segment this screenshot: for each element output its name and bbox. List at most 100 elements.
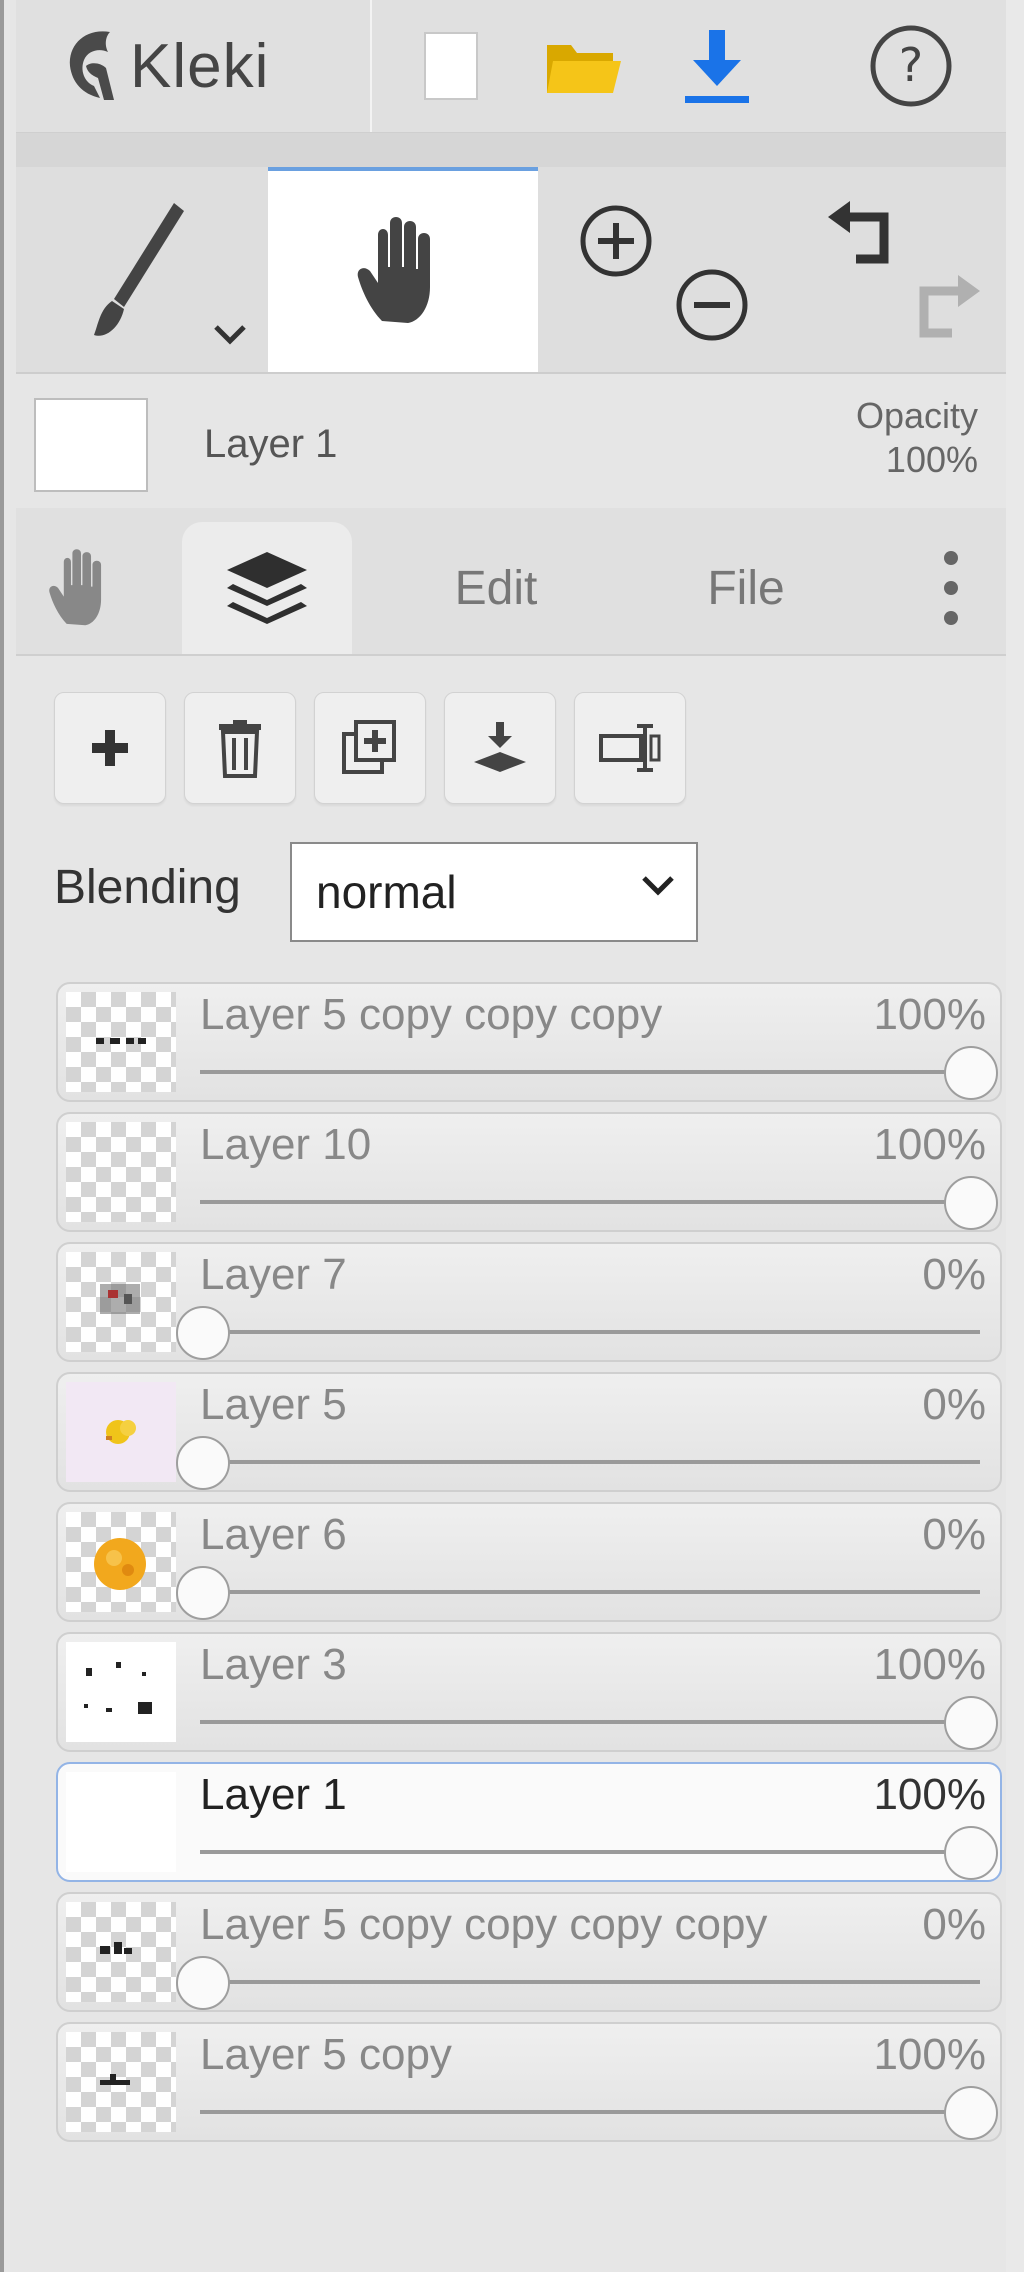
layer-item[interactable]: Layer 5 0% [56, 1372, 1002, 1492]
delete-layer-button[interactable] [184, 692, 296, 804]
layer-opacity-knob[interactable] [176, 1956, 230, 2010]
layer-thumbnail [66, 1122, 176, 1222]
layer-opacity-value: 100% [873, 1770, 986, 1819]
topbar-separator [370, 0, 372, 132]
merge-down-button[interactable] [444, 692, 556, 804]
layer-opacity-track[interactable] [200, 1850, 980, 1854]
brush-icon [94, 203, 184, 336]
current-layer-opacity[interactable]: Opacity 100% [856, 394, 978, 482]
layer-item[interactable]: Layer 5 copy 100% [56, 2022, 1002, 2142]
chevron-down-icon[interactable] [212, 323, 248, 347]
layer-opacity-value: 0% [922, 1900, 986, 1949]
layer-opacity-track[interactable] [200, 1200, 980, 1204]
new-file-icon [424, 32, 478, 100]
tool-row [16, 167, 1006, 374]
brush-tool-button[interactable] [16, 167, 266, 372]
layer-opacity-value: 0% [922, 1380, 986, 1429]
layer-name: Layer 10 [200, 1120, 372, 1169]
layer-item[interactable]: Layer 10 100% [56, 1112, 1002, 1232]
layer-opacity-knob[interactable] [944, 1046, 998, 1100]
blending-select[interactable]: normal [290, 842, 698, 942]
layer-item-selected[interactable]: Layer 1 100% [56, 1762, 1002, 1882]
redo-icon[interactable] [908, 271, 988, 351]
zoom-controls [556, 167, 756, 372]
layer-opacity-track[interactable] [200, 1070, 980, 1074]
tab-file[interactable]: File [656, 522, 836, 654]
rename-layer-icon [599, 724, 661, 772]
layer-opacity-knob[interactable] [944, 1176, 998, 1230]
layer-opacity-knob[interactable] [944, 2086, 998, 2140]
layer-opacity-value: 100% [873, 1120, 986, 1169]
layer-opacity-value: 0% [922, 1510, 986, 1559]
layer-name: Layer 6 [200, 1510, 347, 1559]
blending-value: normal [316, 866, 457, 918]
layer-opacity-knob[interactable] [944, 1696, 998, 1750]
tab-edit-label: Edit [454, 561, 538, 615]
tab-hand[interactable] [26, 522, 136, 654]
layers-icon [227, 552, 307, 624]
layer-item[interactable]: Layer 7 0% [56, 1242, 1002, 1362]
layer-item[interactable]: Layer 3 100% [56, 1632, 1002, 1752]
layer-thumbnail [66, 2032, 176, 2132]
open-file-button[interactable] [528, 14, 638, 118]
layer-thumbnail [66, 1382, 176, 1482]
add-layer-icon [92, 730, 128, 766]
tab-edit[interactable]: Edit [406, 522, 586, 654]
layer-opacity-knob[interactable] [944, 1826, 998, 1880]
layer-thumbnail [66, 1772, 176, 1872]
help-button[interactable]: ? [856, 14, 966, 118]
delete-layer-icon [219, 720, 261, 778]
save-button[interactable] [662, 14, 772, 118]
layer-thumbnail [66, 992, 176, 1092]
merge-down-icon [474, 722, 526, 772]
add-layer-button[interactable] [54, 692, 166, 804]
more-vertical-icon [944, 551, 958, 625]
layer-opacity-track[interactable] [200, 2110, 980, 2114]
layer-opacity-knob[interactable] [176, 1306, 230, 1360]
layer-item[interactable]: Layer 5 copy copy copy copy 0% [56, 1892, 1002, 2012]
history-controls [786, 167, 1006, 372]
layer-opacity-value: 0% [922, 1250, 986, 1299]
layer-opacity-track[interactable] [200, 1460, 980, 1464]
folder-open-icon [547, 45, 621, 93]
layer-name: Layer 7 [200, 1250, 347, 1299]
opacity-label: Opacity [855, 395, 978, 436]
layer-opacity-track[interactable] [200, 1590, 980, 1594]
layer-opacity-track[interactable] [200, 1720, 980, 1724]
layer-name: Layer 5 copy copy copy copy [200, 1900, 768, 1949]
window-right-edge [1004, 0, 1024, 2272]
undo-icon[interactable] [820, 197, 900, 277]
layer-name: Layer 5 copy [200, 2030, 452, 2079]
window-left-border [0, 0, 4, 2272]
layer-name: Layer 3 [200, 1640, 347, 1689]
zoom-out-icon[interactable] [674, 267, 750, 343]
tab-layers[interactable] [182, 522, 352, 654]
hand-tool-button[interactable] [268, 167, 538, 372]
zoom-in-icon[interactable] [578, 203, 654, 279]
layers-panel: Blending normal Layer 5 copy copy copy 1… [16, 656, 1006, 2272]
layer-opacity-knob[interactable] [176, 1566, 230, 1620]
layer-name: Layer 5 [200, 1380, 347, 1429]
download-icon [685, 30, 749, 103]
layer-opacity-track[interactable] [200, 1330, 980, 1334]
hand-icon [357, 217, 430, 323]
layer-name: Layer 1 [200, 1770, 347, 1819]
layer-opacity-track[interactable] [200, 1980, 980, 1984]
kleki-logo-icon [69, 31, 114, 100]
rename-layer-button[interactable] [574, 692, 686, 804]
layer-name: Layer 5 copy copy copy [200, 990, 663, 1039]
layer-opacity-value: 100% [873, 2030, 986, 2079]
app-logo[interactable]: Kleki [60, 18, 269, 114]
layer-item[interactable]: Layer 6 0% [56, 1502, 1002, 1622]
hand-icon [49, 549, 102, 626]
blending-label: Blending [54, 861, 241, 914]
layer-item[interactable]: Layer 5 copy copy copy 100% [56, 982, 1002, 1102]
layer-opacity-value: 100% [873, 1640, 986, 1689]
layer-opacity-knob[interactable] [176, 1436, 230, 1490]
top-bar: Kleki ? [16, 0, 1006, 133]
new-file-button[interactable] [396, 14, 506, 118]
duplicate-layer-button[interactable] [314, 692, 426, 804]
tab-more[interactable] [916, 522, 986, 654]
current-layer-thumbnail[interactable] [34, 398, 148, 492]
help-icon: ? [870, 25, 952, 107]
